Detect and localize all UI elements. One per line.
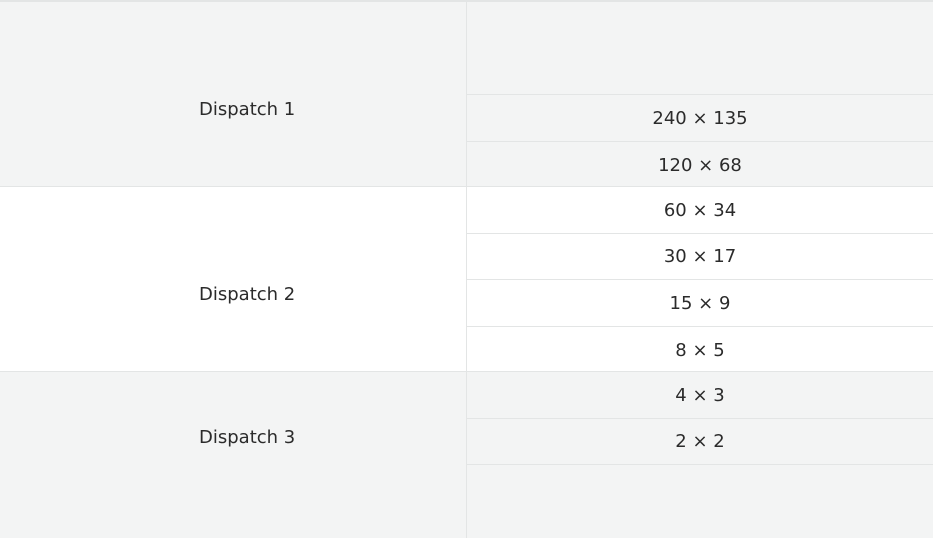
size-cell: 4 × 3 <box>467 372 933 419</box>
size-cell: 240 × 135 <box>467 95 933 142</box>
dispatch-group-2: Dispatch 2 60 × 34 30 × 17 15 × 9 8 × 5 <box>0 186 933 373</box>
size-column: 240 × 135 120 × 68 <box>467 2 933 188</box>
dispatch-label-cell: Dispatch 2 <box>0 187 467 373</box>
dispatch-label: Dispatch 2 <box>199 284 296 305</box>
empty-size-cell <box>467 2 933 95</box>
size-cell: 120 × 68 <box>658 154 742 176</box>
size-cell: 15 × 9 <box>467 280 933 327</box>
size-cell: 30 × 17 <box>467 234 933 280</box>
dispatch-group-3: Dispatch 3 4 × 3 2 × 2 <box>0 371 933 538</box>
dispatch-label: Dispatch 1 <box>199 99 296 120</box>
dispatch-size-table: Dispatch 1 240 × 135 120 × 68 Dispatch 2… <box>0 0 933 538</box>
size-cell: 8 × 5 <box>675 339 725 361</box>
size-column: 4 × 3 2 × 2 <box>467 372 933 538</box>
size-cell: 2 × 2 <box>467 419 933 465</box>
size-column: 60 × 34 30 × 17 15 × 9 8 × 5 <box>467 187 933 373</box>
dispatch-label: Dispatch 3 <box>199 427 296 448</box>
size-cell: 60 × 34 <box>467 187 933 234</box>
empty-size-cell <box>467 465 933 538</box>
dispatch-label-cell: Dispatch 3 <box>0 372 467 538</box>
dispatch-group-1: Dispatch 1 240 × 135 120 × 68 <box>0 2 933 188</box>
dispatch-label-cell: Dispatch 1 <box>0 2 467 188</box>
